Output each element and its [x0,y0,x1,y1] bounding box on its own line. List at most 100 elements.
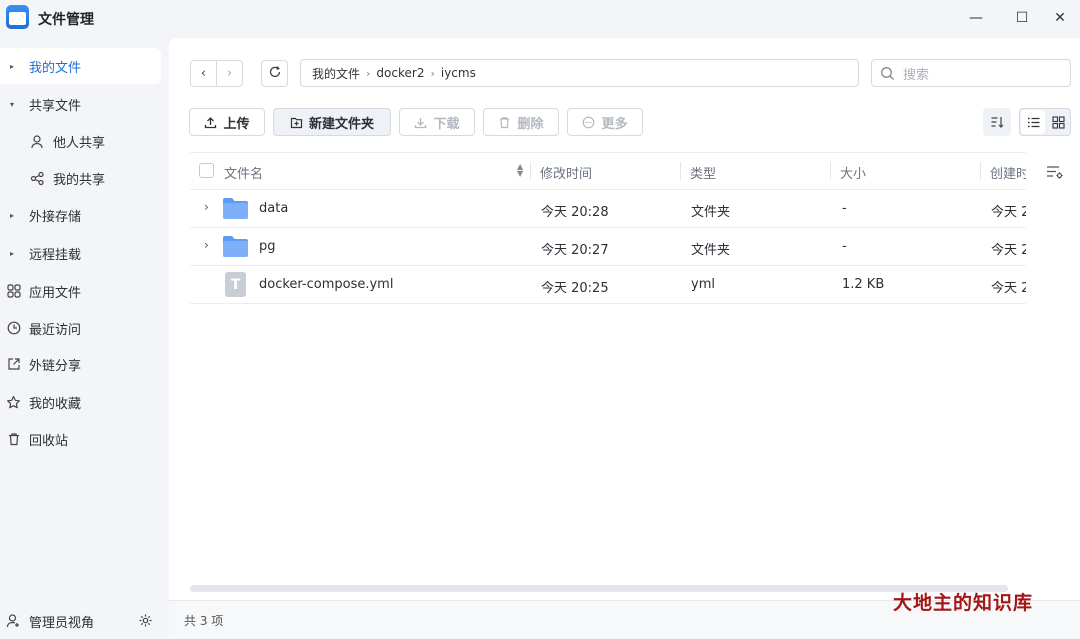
sidebar-item-my-shares[interactable]: 我的共享 [0,160,161,196]
clock-icon [6,321,21,336]
app-title: 文件管理 [38,12,94,28]
view-toggle [1019,108,1071,136]
sidebar-item-recent[interactable]: 最近访问 [0,310,161,346]
watermark-text: 大地主的知识库 [893,592,1034,614]
select-all-checkbox[interactable] [199,163,214,178]
user-icon [30,134,45,149]
apps-grid-icon [6,284,21,299]
folder-icon [223,236,248,257]
star-icon [6,395,21,410]
settings-gear-icon[interactable] [138,613,153,632]
sidebar-item-my-files[interactable]: ▸ 我的文件 [0,48,161,84]
file-size: 1.2 KB [842,277,885,292]
column-header-name[interactable]: 文件名 [224,163,263,182]
download-icon [414,116,427,129]
minimize-button[interactable]: — [962,6,990,30]
table-header: 文件名 ▲ ▼ 修改时间 类型 大小 创建时 [190,152,1026,190]
file-name[interactable]: data [259,201,288,216]
created-time: 今天 2 [991,281,1026,296]
modified-time: 今天 20:27 [541,243,609,258]
forward-button[interactable]: › [216,60,243,87]
maximize-button[interactable]: ☐ [1008,6,1036,30]
external-link-icon [6,357,21,372]
new-folder-icon [290,116,303,129]
breadcrumb-item[interactable]: 我的文件 [312,65,360,82]
created-time: 今天 2 [991,243,1026,258]
sidebar-item-favorites[interactable]: 我的收藏 [0,384,161,420]
file-name[interactable]: docker-compose.yml [259,277,393,292]
file-type: 文件夹 [691,205,731,220]
sidebar-item-shared-with-me[interactable]: 他人共享 [0,123,161,159]
more-circle-icon [582,116,595,129]
refresh-button[interactable] [261,60,288,87]
upload-icon [204,116,217,129]
admin-user-icon [6,613,21,628]
sidebar: ▸ 我的文件 ▾ 共享文件 他人共享 我的共享 ▸ 外接存储 ▸ 远程挂载 应用… [0,38,169,639]
chevron-right-icon: › [366,66,371,80]
new-folder-button[interactable]: 新建文件夹 [273,108,391,136]
modified-time: 今天 20:28 [541,205,609,220]
sidebar-item-remote-mount[interactable]: ▸ 远程挂载 [0,235,161,271]
title-bar: 文件管理 — ☐ ✕ [0,0,1080,38]
back-button[interactable]: ‹ [190,60,217,87]
admin-view-label[interactable]: 管理员视角 [29,612,94,631]
sidebar-footer: 管理员视角 [0,601,169,639]
caret-right-icon: ▸ [10,210,15,220]
more-button[interactable]: 更多 [567,108,643,136]
caret-down-icon: ▾ [10,99,15,109]
sidebar-item-app-files[interactable]: 应用文件 [0,273,161,309]
trash-icon [498,116,511,129]
search-placeholder: 搜索 [903,67,930,83]
breadcrumb[interactable]: 我的文件 › docker2 › iycms [300,59,859,87]
sort-icon [990,115,1004,129]
column-divider[interactable] [980,162,981,180]
file-type: yml [691,277,715,292]
table-row[interactable]: T docker-compose.yml 今天 20:25 yml 1.2 KB… [190,266,1026,304]
sort-button[interactable] [983,108,1011,136]
expand-chevron-icon[interactable]: › [204,238,209,252]
column-header-modified[interactable]: 修改时间 [540,163,592,182]
file-type: 文件夹 [691,243,731,258]
column-divider[interactable] [530,162,531,180]
sort-arrows-icon[interactable]: ▲ ▼ [517,163,523,178]
sidebar-item-external-storage[interactable]: ▸ 外接存储 [0,197,161,233]
column-header-created[interactable]: 创建时 [990,163,1026,182]
column-divider[interactable] [830,162,831,180]
horizontal-scrollbar[interactable] [190,585,1008,592]
main-panel: ‹ › 我的文件 › docker2 › iycms 搜索 上传 新建文件夹 下… [169,38,1080,600]
search-icon [880,66,895,81]
expand-chevron-icon[interactable]: › [204,200,209,214]
refresh-icon [268,65,282,83]
column-header-size[interactable]: 大小 [840,163,866,182]
list-view-icon[interactable] [1021,110,1045,134]
sidebar-item-shared-files[interactable]: ▾ 共享文件 [0,86,161,122]
column-divider[interactable] [680,162,681,180]
file-size: - [842,201,847,216]
caret-right-icon: ▸ [10,248,15,258]
download-button[interactable]: 下载 [399,108,475,136]
table-row[interactable]: › data 今天 20:28 文件夹 - 今天 2 [190,190,1026,228]
item-count: 共 3 项 [184,614,224,628]
caret-right-icon: ▸ [10,61,15,71]
breadcrumb-item[interactable]: iycms [441,66,476,80]
close-button[interactable]: ✕ [1046,6,1074,30]
column-settings-icon[interactable] [1046,164,1064,184]
file-name[interactable]: pg [259,239,276,254]
modified-time: 今天 20:25 [541,281,609,296]
breadcrumb-item[interactable]: docker2 [376,66,424,80]
delete-button[interactable]: 删除 [483,108,559,136]
sidebar-item-external-links[interactable]: 外链分享 [0,346,161,382]
trash-icon [6,432,21,447]
file-size: - [842,239,847,254]
folder-icon [223,198,248,219]
chevron-right-icon: › [226,66,233,81]
table-row[interactable]: › pg 今天 20:27 文件夹 - 今天 2 [190,228,1026,266]
column-header-type[interactable]: 类型 [690,163,716,182]
grid-view-icon[interactable] [1047,110,1069,134]
search-input[interactable]: 搜索 [871,59,1071,87]
sidebar-item-recycle-bin[interactable]: 回收站 [0,421,161,457]
share-icon [30,171,45,186]
file-manager-app-icon [6,5,29,29]
chevron-right-icon: › [430,66,435,80]
upload-button[interactable]: 上传 [189,108,265,136]
